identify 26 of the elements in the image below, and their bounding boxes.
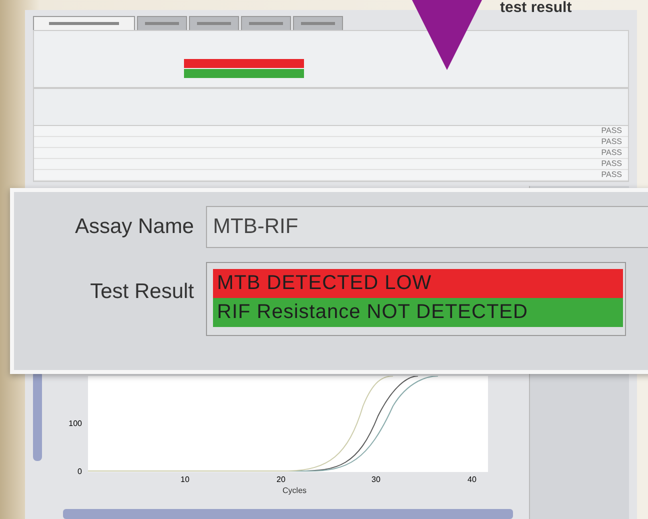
field-label: Test Result <box>89 279 195 304</box>
axis-tick-label: 40 <box>467 475 476 484</box>
tab[interactable] <box>293 16 343 30</box>
arrow-icon <box>412 0 482 70</box>
table-cell: PASS <box>601 148 622 158</box>
table-cell: PASS <box>601 159 622 169</box>
axis-title: Cycles <box>282 486 307 495</box>
axis-tick-label: 0 <box>77 467 82 476</box>
axis-tick-label: 10 <box>180 475 189 484</box>
result-text: MTB DETECTED LOW <box>213 269 623 298</box>
axis-tick-label: 30 <box>371 475 380 484</box>
scrollbar[interactable] <box>33 371 42 461</box>
table-cell: PASS <box>601 137 622 147</box>
table-cell: PASS <box>601 126 622 136</box>
tab[interactable] <box>33 16 135 30</box>
tab[interactable] <box>189 16 239 30</box>
tab[interactable] <box>137 16 187 30</box>
field-label: Assay Name <box>74 215 195 239</box>
assay-name-field: MTB-RIF <box>206 206 648 248</box>
axis-tick-label: 20 <box>276 475 285 484</box>
scrollbar[interactable] <box>62 509 513 519</box>
tab[interactable] <box>241 16 291 30</box>
caption: test result <box>500 0 572 16</box>
axis-tick-label: 100 <box>68 419 82 428</box>
table-cell: PASS <box>601 170 622 180</box>
result-text: RIF Resistance NOT DETECTED <box>213 298 623 327</box>
